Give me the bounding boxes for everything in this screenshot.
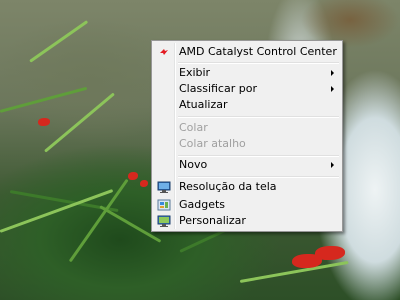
menu-separator [178,116,339,118]
menu-separator [178,62,339,64]
menu-item-label: Colar atalho [179,137,246,150]
menu-item-label: Exibir [179,66,211,79]
menu-item-label: Classificar por [179,82,257,95]
menu-item-label: Atualizar [179,98,228,111]
menu-item-personalizar[interactable]: Personalizar [154,213,340,229]
menu-item-colar[interactable]: Colar [154,120,340,136]
fern-frond [44,92,115,153]
submenu-arrow-icon [331,162,334,168]
submenu-arrow-icon [331,86,334,92]
personalize-icon [157,214,171,228]
monitor-icon [157,180,171,194]
menu-item-exibir[interactable]: Exibir [154,65,340,81]
gadgets-icon [157,198,171,212]
desktop-context-menu: AMD Catalyst Control Center Exibir Class… [151,40,343,232]
menu-item-label: AMD Catalyst Control Center [179,45,337,58]
menu-item-novo[interactable]: Novo [154,157,340,173]
menu-item-resolucao-da-tela[interactable]: Resolução da tela [154,179,340,195]
menu-item-classificar-por[interactable]: Classificar por [154,81,340,97]
fern-frond [29,20,89,63]
fern-frond [68,178,129,263]
menu-item-gadgets[interactable]: Gadgets [154,197,340,213]
menu-item-label: Gadgets [179,198,226,211]
menu-item-label: Personalizar [179,214,246,227]
menu-item-label: Resolução da tela [179,180,277,193]
menu-item-label: Colar [179,121,208,134]
fern-frond [0,86,88,113]
menu-item-colar-atalho[interactable]: Colar atalho [154,136,340,152]
submenu-arrow-icon [331,70,334,76]
menu-item-atualizar[interactable]: Atualizar [154,97,340,113]
red-flower [128,172,138,180]
menu-item-label: Novo [179,158,208,171]
red-flower [38,118,50,126]
menu-item-amd-catalyst[interactable]: AMD Catalyst Control Center [154,44,340,60]
amd-catalyst-icon [157,45,171,59]
menu-separator [178,176,339,178]
red-flower [315,246,345,260]
red-flower [140,180,148,187]
